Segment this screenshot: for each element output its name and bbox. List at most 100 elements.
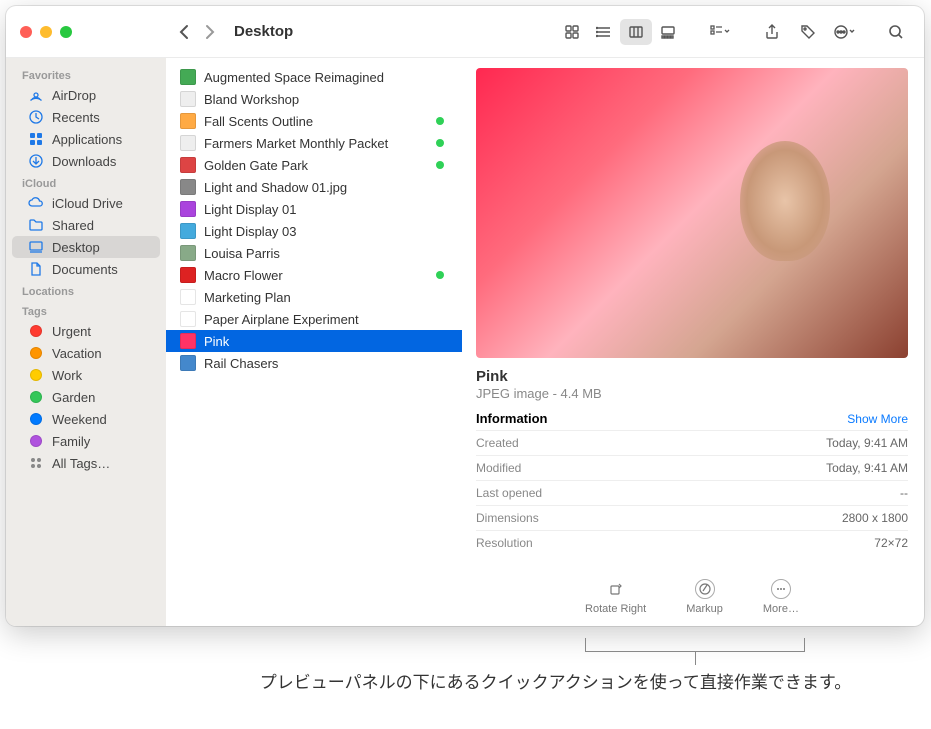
sidebar-item-label: Family [52, 434, 90, 449]
info-row: CreatedToday, 9:41 AM [476, 430, 908, 455]
sidebar-item-applications[interactable]: Applications [12, 128, 160, 150]
doc-icon [180, 311, 196, 327]
sidebar-item-garden[interactable]: Garden [12, 386, 160, 408]
file-item[interactable]: Light Display 01 [166, 198, 462, 220]
file-name: Marketing Plan [204, 290, 291, 305]
airdrop-icon [28, 87, 44, 103]
sidebar-item-urgent[interactable]: Urgent [12, 320, 160, 342]
file-name: Pink [204, 334, 229, 349]
file-item[interactable]: Paper Airplane Experiment [166, 308, 462, 330]
sidebar-item-icloud-drive[interactable]: iCloud Drive [12, 192, 160, 214]
preview-pane: Pink JPEG image - 4.4 MB Information Sho… [462, 58, 924, 626]
file-list-column: Augmented Space ReimaginedBland Workshop… [166, 58, 462, 626]
img-icon [180, 267, 196, 283]
traffic-lights [6, 26, 166, 38]
sidebar-item-label: Urgent [52, 324, 91, 339]
sidebar-item-label: AirDrop [52, 88, 96, 103]
info-row: Last opened-- [476, 480, 908, 505]
rotate-icon [606, 579, 626, 599]
img-icon [180, 223, 196, 239]
file-name: Louisa Parris [204, 246, 280, 261]
icon-view-button[interactable] [556, 19, 588, 45]
file-item[interactable]: Farmers Market Monthly Packet [166, 132, 462, 154]
sidebar-item-all-tags-[interactable]: All Tags… [12, 452, 160, 474]
doc-icon [180, 113, 196, 129]
info-row: Dimensions2800 x 1800 [476, 505, 908, 530]
img-icon [180, 157, 196, 173]
tag-dot-icon [436, 139, 444, 147]
show-more-link[interactable]: Show More [847, 412, 908, 426]
file-item[interactable]: Bland Workshop [166, 88, 462, 110]
minimize-window-button[interactable] [40, 26, 52, 38]
list-view-button[interactable] [588, 19, 620, 45]
file-name: Golden Gate Park [204, 158, 308, 173]
info-label: Created [476, 436, 519, 450]
info-label: Modified [476, 461, 521, 475]
close-window-button[interactable] [20, 26, 32, 38]
gallery-view-button[interactable] [652, 19, 684, 45]
download-icon [28, 153, 44, 169]
file-item[interactable]: Fall Scents Outline [166, 110, 462, 132]
info-label: Last opened [476, 486, 542, 500]
tag-icon [28, 433, 44, 449]
file-item[interactable]: Augmented Space Reimagined [166, 66, 462, 88]
markup-icon [695, 579, 715, 599]
finder-window: Desktop Favorites AirDrop Recents Applicati… [6, 6, 924, 626]
quick-action-rotate[interactable]: Rotate Right [585, 579, 646, 615]
sidebar-item-label: Applications [52, 132, 122, 147]
img-icon [180, 333, 196, 349]
forward-button[interactable] [198, 18, 222, 46]
info-row: Resolution72×72 [476, 530, 908, 555]
info-row: Modified Today, 9:41 AM [476, 455, 908, 480]
sidebar-item-recents[interactable]: Recents [12, 106, 160, 128]
zoom-window-button[interactable] [60, 26, 72, 38]
file-item[interactable]: Macro Flower [166, 264, 462, 286]
column-view-button[interactable] [620, 19, 652, 45]
file-item[interactable]: Light Display 03 [166, 220, 462, 242]
action-button[interactable] [828, 19, 860, 45]
tags-button[interactable] [792, 19, 824, 45]
back-button[interactable] [172, 18, 196, 46]
quick-action-markup[interactable]: Markup [686, 579, 723, 615]
sidebar-section-header: Favorites [6, 64, 166, 84]
file-item[interactable]: Marketing Plan [166, 286, 462, 308]
file-item[interactable]: Light and Shadow 01.jpg [166, 176, 462, 198]
tag-icon [28, 411, 44, 427]
sidebar-item-family[interactable]: Family [12, 430, 160, 452]
file-item[interactable]: Louisa Parris [166, 242, 462, 264]
search-button[interactable] [880, 19, 912, 45]
apps-icon [28, 131, 44, 147]
img-icon [180, 201, 196, 217]
tag-icon [28, 389, 44, 405]
sidebar-item-vacation[interactable]: Vacation [12, 342, 160, 364]
sidebar-item-documents[interactable]: Documents [12, 258, 160, 280]
nav-buttons [172, 18, 222, 46]
callout-bracket [585, 638, 805, 652]
info-value: Today, 9:41 AM [826, 461, 908, 475]
quick-action-more[interactable]: More… [763, 579, 799, 615]
sidebar-item-shared[interactable]: Shared [12, 214, 160, 236]
cloud-icon [28, 195, 44, 211]
file-item[interactable]: Rail Chasers [166, 352, 462, 374]
file-name: Macro Flower [204, 268, 283, 283]
sidebar-item-label: All Tags… [52, 456, 110, 471]
sidebar-item-desktop[interactable]: Desktop [12, 236, 160, 258]
view-mode-group [556, 19, 684, 45]
sidebar-item-downloads[interactable]: Downloads [12, 150, 160, 172]
sidebar-item-weekend[interactable]: Weekend [12, 408, 160, 430]
sidebar-item-label: Shared [52, 218, 94, 233]
file-name: Light and Shadow 01.jpg [204, 180, 347, 195]
file-item[interactable]: Golden Gate Park [166, 154, 462, 176]
file-item[interactable]: Pink [166, 330, 462, 352]
sidebar-section-header: Tags [6, 300, 166, 320]
sidebar-item-label: Desktop [52, 240, 100, 255]
desktop-icon [28, 239, 44, 255]
sidebar-item-work[interactable]: Work [12, 364, 160, 386]
sidebar-item-airdrop[interactable]: AirDrop [12, 84, 160, 106]
share-button[interactable] [756, 19, 788, 45]
annotation-caption: プレビューパネルの下にあるクイックアクションを使って直接作業できます。 [7, 644, 925, 696]
img-icon [180, 69, 196, 85]
group-button[interactable] [704, 19, 736, 45]
sidebar-item-label: iCloud Drive [52, 196, 123, 211]
clock-icon [28, 109, 44, 125]
